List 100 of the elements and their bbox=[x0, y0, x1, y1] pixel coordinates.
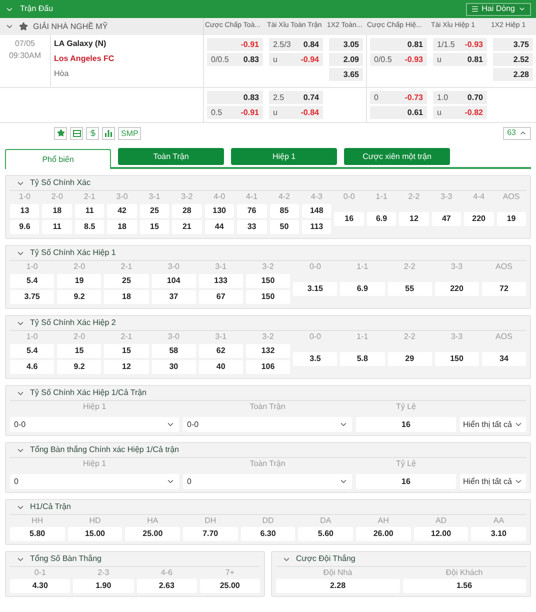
odds-cell[interactable]: 133 bbox=[198, 274, 243, 288]
odds-cell[interactable]: 2.5 0.74 bbox=[269, 91, 323, 104]
odds-cell[interactable]: 44 bbox=[204, 220, 234, 234]
odds-cell[interactable]: 2.63 bbox=[136, 579, 197, 593]
odds-cell[interactable]: 18 bbox=[107, 220, 137, 234]
odds-cell[interactable]: 1.90 bbox=[73, 579, 134, 593]
more-markets-button[interactable]: 63 bbox=[503, 126, 531, 140]
odds-cell[interactable]: 30 bbox=[152, 360, 196, 374]
odds-cell[interactable]: 3.5 bbox=[293, 352, 338, 366]
odds-cell[interactable]: 42 bbox=[107, 204, 137, 218]
odds-cell[interactable]: 104 bbox=[152, 274, 196, 288]
odds-cell[interactable]: 3.75 bbox=[10, 290, 54, 304]
select-field[interactable]: 0 bbox=[183, 474, 352, 489]
select-field[interactable]: 0-0 bbox=[10, 417, 179, 432]
odds-cell[interactable]: 18 bbox=[42, 204, 72, 218]
odds-cell[interactable]: 1.0 0.70 bbox=[433, 91, 487, 104]
odds-cell[interactable]: 220 bbox=[434, 282, 479, 296]
odds-cell[interactable]: 220 bbox=[464, 212, 494, 226]
odds-cell[interactable]: 21 bbox=[172, 220, 202, 234]
odds-cell[interactable]: 2.52 bbox=[493, 53, 533, 66]
odds-cell[interactable]: 0.81 bbox=[370, 38, 427, 51]
odds-cell[interactable]: 0.5 -0.91 bbox=[207, 106, 263, 119]
star-icon[interactable] bbox=[19, 22, 28, 31]
odds-cell[interactable]: 16 bbox=[356, 474, 456, 489]
odds-cell[interactable]: 28 bbox=[172, 204, 202, 218]
odds-cell[interactable]: 15 bbox=[104, 344, 149, 358]
odds-cell[interactable]: 9.6 bbox=[10, 220, 40, 234]
odds-cell[interactable]: 0 -0.73 bbox=[370, 91, 427, 104]
odds-cell[interactable]: 37 bbox=[152, 290, 196, 304]
odds-cell[interactable]: 25 bbox=[140, 204, 170, 218]
odds-cell[interactable]: u -0.82 bbox=[433, 106, 487, 119]
odds-cell[interactable]: 15.00 bbox=[68, 527, 122, 541]
odds-cell[interactable]: 9.2 bbox=[57, 360, 102, 374]
odds-cell[interactable]: 5.4 bbox=[10, 274, 54, 288]
odds-cell[interactable]: 50 bbox=[270, 220, 299, 234]
odds-cell[interactable]: 12 bbox=[399, 212, 429, 226]
odds-cell[interactable]: 19 bbox=[57, 274, 102, 288]
odds-cell[interactable]: 6.30 bbox=[240, 527, 296, 541]
odds-cell[interactable]: 0.61 bbox=[370, 106, 427, 119]
odds-cell[interactable]: 1/1.5 -0.93 bbox=[433, 38, 487, 51]
home-team[interactable]: LA Galaxy (N) bbox=[54, 38, 114, 50]
odds-cell[interactable]: 47 bbox=[432, 212, 462, 226]
odds-cell[interactable]: 25 bbox=[104, 274, 149, 288]
odds-cell[interactable]: 85 bbox=[270, 204, 299, 218]
market-tab[interactable]: Phổ biến bbox=[5, 149, 111, 169]
odds-cell[interactable]: 12.00 bbox=[414, 527, 468, 541]
dollar-button[interactable] bbox=[86, 126, 99, 140]
stats-button[interactable] bbox=[102, 126, 115, 140]
odds-cell[interactable]: u -0.84 bbox=[269, 106, 323, 119]
show-all-dropdown[interactable]: Hiển thị tất cả bbox=[460, 417, 526, 432]
odds-cell[interactable]: 5.8 bbox=[340, 352, 384, 366]
odds-cell[interactable]: 3.15 bbox=[293, 282, 338, 296]
odds-cell[interactable]: 7.70 bbox=[183, 527, 238, 541]
odds-cell[interactable]: 0.83 bbox=[207, 91, 263, 104]
show-all-dropdown[interactable]: Hiển thị tất cả bbox=[460, 474, 526, 489]
odds-cell[interactable]: 55 bbox=[388, 282, 432, 296]
odds-cell[interactable]: 0/0.5 -0.93 bbox=[370, 53, 427, 66]
odds-cell[interactable]: u 0.81 bbox=[433, 53, 487, 66]
odds-cell[interactable]: 1.56 bbox=[402, 579, 526, 593]
odds-cell[interactable]: 4.6 bbox=[10, 360, 54, 374]
odds-cell[interactable]: 150 bbox=[246, 274, 290, 288]
odds-cell[interactable]: 2.5/3 0.84 bbox=[269, 38, 323, 51]
odds-cell[interactable]: -0.91 bbox=[207, 38, 263, 51]
select-field[interactable]: 0 bbox=[10, 474, 179, 489]
odds-cell[interactable]: 132 bbox=[246, 344, 290, 358]
odds-cell[interactable]: 148 bbox=[302, 204, 332, 218]
select-field[interactable]: 0-0 bbox=[183, 417, 352, 432]
odds-cell[interactable]: 3.05 bbox=[329, 38, 363, 51]
smp-button[interactable]: SMP bbox=[118, 126, 142, 140]
odds-cell[interactable]: 72 bbox=[482, 282, 526, 296]
odds-cell[interactable]: 6.9 bbox=[366, 212, 396, 226]
odds-cell[interactable]: 130 bbox=[204, 204, 234, 218]
odds-cell[interactable]: 150 bbox=[246, 290, 290, 304]
odds-cell[interactable]: 8.5 bbox=[74, 220, 104, 234]
odds-cell[interactable]: 113 bbox=[302, 220, 332, 234]
odds-cell[interactable]: 12 bbox=[104, 360, 149, 374]
odds-cell[interactable]: 9.2 bbox=[57, 290, 102, 304]
odds-cell[interactable]: 2.28 bbox=[276, 579, 400, 593]
odds-cell[interactable]: 34 bbox=[482, 352, 526, 366]
odds-cell[interactable]: 25.00 bbox=[200, 579, 260, 593]
odds-cell[interactable]: 2.28 bbox=[493, 68, 533, 81]
odds-cell[interactable]: 67 bbox=[198, 290, 243, 304]
odds-cell[interactable]: 150 bbox=[434, 352, 479, 366]
odds-cell[interactable]: 13 bbox=[10, 204, 40, 218]
odds-cell[interactable]: 76 bbox=[237, 204, 266, 218]
away-team[interactable]: Los Angeles FC bbox=[54, 53, 114, 65]
odds-cell[interactable]: 62 bbox=[198, 344, 243, 358]
odds-cell[interactable]: 40 bbox=[198, 360, 243, 374]
odds-cell[interactable]: 33 bbox=[237, 220, 266, 234]
odds-cell[interactable]: 3.10 bbox=[471, 527, 526, 541]
odds-cell[interactable]: 2.09 bbox=[329, 53, 363, 66]
odds-cell[interactable]: 5.60 bbox=[298, 527, 354, 541]
odds-cell[interactable]: 16 bbox=[334, 212, 364, 226]
odds-cell[interactable]: 26.00 bbox=[356, 527, 411, 541]
odds-cell[interactable]: 25.00 bbox=[125, 527, 180, 541]
list-button[interactable] bbox=[70, 126, 83, 140]
odds-cell[interactable]: 15 bbox=[57, 344, 102, 358]
odds-cell[interactable]: 19 bbox=[496, 212, 526, 226]
odds-cell[interactable]: 11 bbox=[42, 220, 72, 234]
odds-cell[interactable]: 29 bbox=[388, 352, 432, 366]
